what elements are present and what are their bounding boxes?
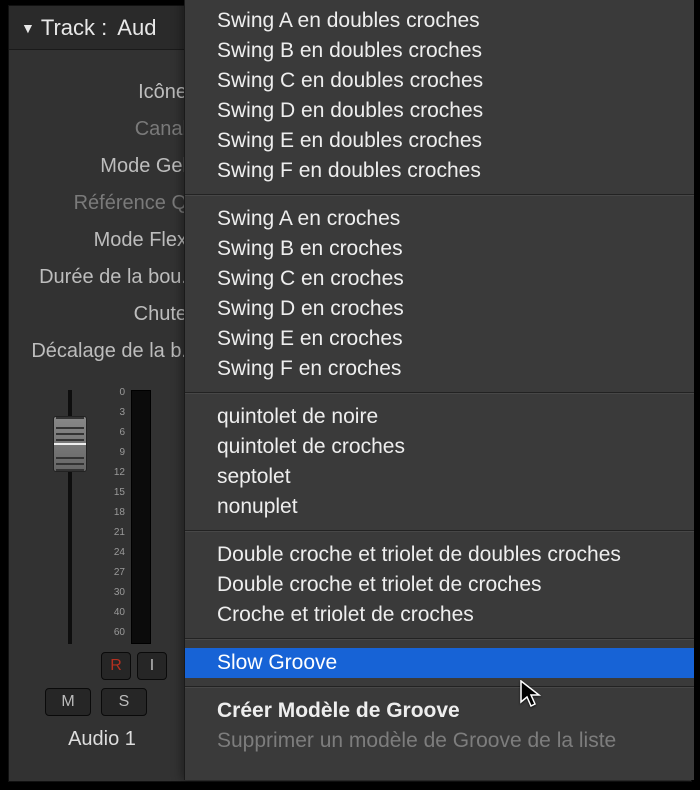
property-label[interactable]: Canal [9,111,195,148]
fader-cap[interactable] [53,416,87,472]
mute-solo-row: M S [9,688,195,716]
scale-mark: 30 [105,588,125,608]
menu-separator [185,638,694,640]
property-label[interactable]: Mode Gel [9,148,195,185]
scale-mark: 12 [105,468,125,488]
menu-item[interactable]: Swing A en doubles croches [185,6,694,36]
menu-item[interactable]: Swing E en croches [185,324,694,354]
menu-item[interactable]: Swing F en doubles croches [185,156,694,186]
menu-item[interactable]: Swing B en doubles croches [185,36,694,66]
scale-mark: 15 [105,488,125,508]
menu-item[interactable]: septolet [185,462,694,492]
solo-button[interactable]: S [101,688,147,716]
menu-item[interactable]: Swing D en doubles croches [185,96,694,126]
property-label[interactable]: Icône [9,74,195,111]
menu-separator [185,392,694,394]
record-enable-button[interactable]: R [101,652,131,680]
mute-button[interactable]: M [45,688,91,716]
menu-item-selected[interactable]: Slow Groove [185,648,694,678]
channel-strip: 0369121518212427304060 R I M S Audio 1 [9,388,195,748]
property-label[interactable]: Décalage de la b. [9,333,195,370]
volume-fader[interactable] [53,390,87,644]
header-label: Track : [41,15,107,41]
meter-scale: 0369121518212427304060 [105,388,125,648]
property-labels: IcôneCanalMode GelRéférence QMode FlexDu… [9,50,195,370]
level-meter [131,390,151,644]
menu-item[interactable]: Croche et triolet de croches [185,600,694,630]
scale-mark: 40 [105,608,125,628]
property-label[interactable]: Chute [9,296,195,333]
menu-item[interactable]: quintolet de noire [185,402,694,432]
property-label[interactable]: Mode Flex [9,222,195,259]
menu-separator [185,194,694,196]
menu-separator [185,530,694,532]
menu-item[interactable]: quintolet de croches [185,432,694,462]
track-name-label[interactable]: Audio 1 [9,728,195,751]
menu-separator [185,686,694,688]
menu-item[interactable]: Swing D en croches [185,294,694,324]
menu-item[interactable]: nonuplet [185,492,694,522]
menu-item-create-template[interactable]: Créer Modèle de Groove [185,696,694,726]
scale-mark: 6 [105,428,125,448]
menu-item-delete-template: Supprimer un modèle de Groove de la list… [185,726,694,756]
input-monitor-button[interactable]: I [137,652,167,680]
scale-mark: 18 [105,508,125,528]
header-track-name: Aud [117,15,156,41]
disclosure-triangle-icon[interactable]: ▼ [21,20,35,36]
menu-item[interactable]: Swing E en doubles croches [185,126,694,156]
menu-item[interactable]: Double croche et triolet de croches [185,570,694,600]
menu-item[interactable]: Double croche et triolet de doubles croc… [185,540,694,570]
scale-mark: 24 [105,548,125,568]
scale-mark: 3 [105,408,125,428]
menu-item[interactable]: Swing B en croches [185,234,694,264]
scale-mark: 27 [105,568,125,588]
scale-mark: 9 [105,448,125,468]
menu-item[interactable]: Swing F en croches [185,354,694,384]
scale-mark: 60 [105,628,125,648]
rec-input-row: R I [9,652,195,680]
property-label[interactable]: Durée de la bou. [9,259,195,296]
quantize-popup-menu[interactable]: Swing A en doubles crochesSwing B en dou… [184,0,694,780]
property-label[interactable]: Référence Q [9,185,195,222]
scale-mark: 21 [105,528,125,548]
menu-item[interactable]: Swing A en croches [185,204,694,234]
scale-mark: 0 [105,388,125,408]
menu-item[interactable]: Swing C en croches [185,264,694,294]
menu-item[interactable]: Swing C en doubles croches [185,66,694,96]
